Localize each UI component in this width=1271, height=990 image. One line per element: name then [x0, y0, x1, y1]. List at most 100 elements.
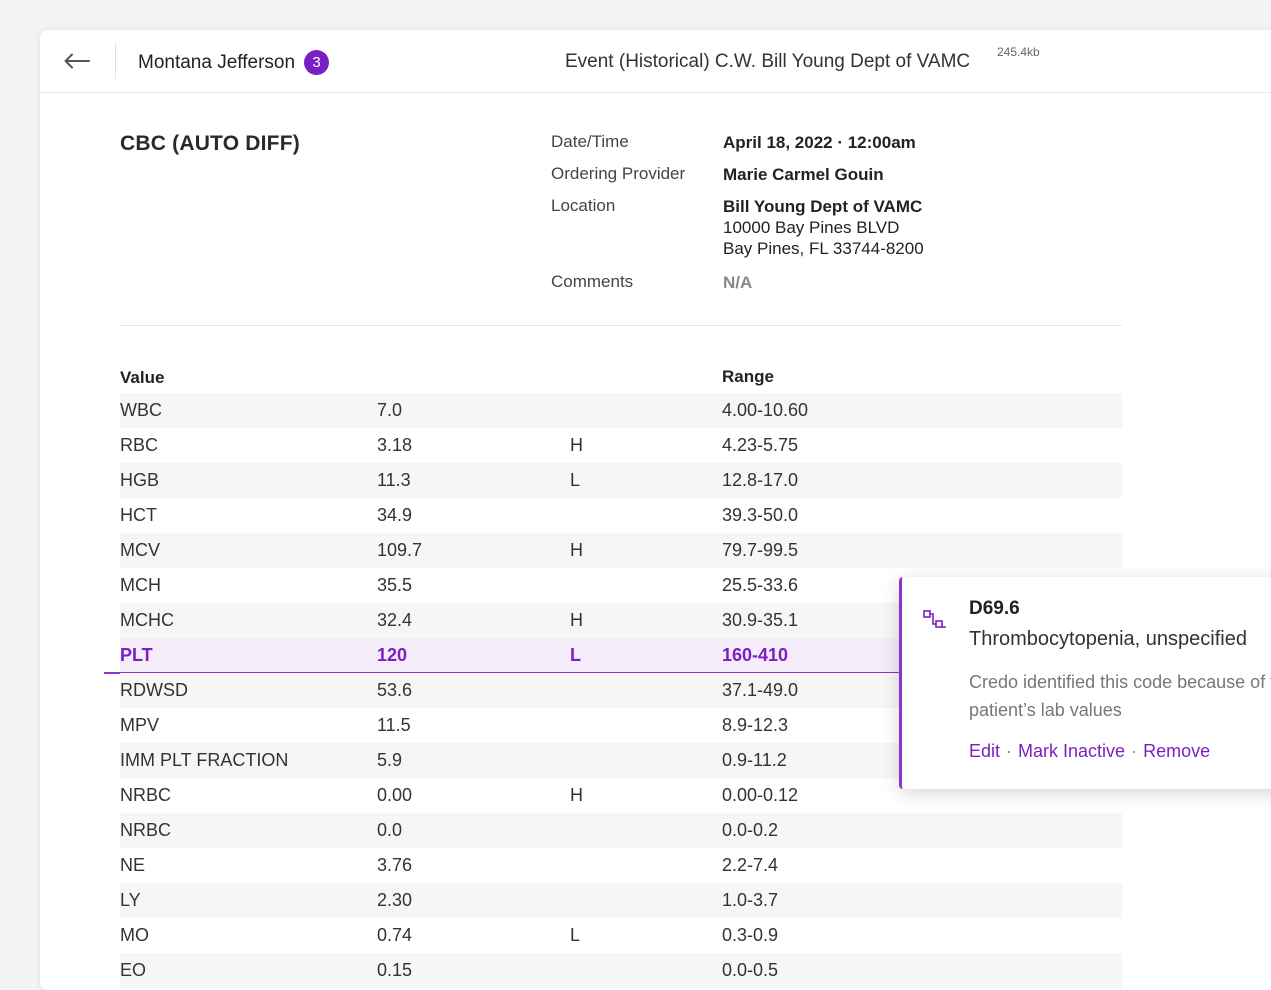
- lab-test-name: MO: [120, 925, 149, 945]
- reference-range: 4.23-5.75: [722, 435, 799, 455]
- location-name: Bill Young Dept of VAMC: [723, 197, 923, 216]
- lab-test-name: WBC: [120, 400, 162, 420]
- event-title: Event (Historical) C.W. Bill Young Dept …: [565, 51, 971, 72]
- abnormal-flag: L: [570, 645, 581, 665]
- header-divider: [115, 42, 116, 79]
- reference-range: 79.7-99.5: [722, 540, 799, 560]
- lab-test-value: 32.4: [377, 610, 413, 630]
- lab-test-value: 7.0: [377, 400, 403, 420]
- table-row: WBC 7.0 4.00-10.60: [120, 393, 1122, 428]
- reference-range: 0.0-0.5: [722, 960, 779, 980]
- lab-test-name: MCHC: [120, 610, 174, 630]
- lab-test-name: MPV: [120, 715, 160, 735]
- lab-test-name: HCT: [120, 505, 157, 525]
- lab-test-name: PLT: [120, 645, 153, 665]
- diagnosis-link-icon: [923, 610, 946, 628]
- lab-test-name: RBC: [120, 435, 159, 455]
- lab-test-name: NRBC: [120, 785, 172, 805]
- lab-test-value: 11.5: [377, 715, 411, 735]
- table-row: NRBC 0.0 0.0-0.2: [120, 813, 1122, 848]
- diagnosis-description: Thrombocytopenia, unspecified: [969, 628, 1247, 650]
- lab-test-value: 0.00: [377, 785, 413, 805]
- reference-range: 0.00-0.12: [722, 785, 799, 805]
- reference-range: 37.1-49.0: [722, 680, 799, 700]
- lab-test-name: MCH: [120, 575, 161, 595]
- reference-range: 12.8-17.0: [722, 470, 799, 490]
- file-size: 245.4kb: [997, 45, 1040, 59]
- reference-range: 0.9-11.2: [722, 750, 787, 770]
- lab-test-value: 0.74: [377, 925, 413, 945]
- lab-test-value: 35.5: [377, 575, 413, 595]
- arrow-left-icon: [64, 53, 90, 69]
- reference-range: 160-410: [722, 645, 789, 665]
- table-header: Value Range: [120, 359, 1122, 393]
- diagnosis-explanation: Credo identified this code because of th…: [969, 672, 1271, 720]
- top-bar: Montana Jefferson 3 Event (Historical) C…: [40, 30, 1271, 93]
- lab-test-name: HGB: [120, 470, 160, 490]
- table-row: HCT 34.9 39.3-50.0: [120, 498, 1122, 533]
- comments-value: N/A: [723, 273, 753, 292]
- edit-link[interactable]: Edit: [969, 741, 1000, 761]
- table-row: RBC 3.18 H 4.23-5.75: [120, 428, 1122, 463]
- notification-count-badge: 3: [304, 50, 330, 75]
- column-header-value: Value: [120, 368, 165, 387]
- abnormal-flag: H: [570, 785, 583, 805]
- table-row: LY 2.30 1.0-3.7: [120, 883, 1122, 918]
- separator-dot: ·: [1131, 741, 1138, 761]
- abnormal-flag: H: [570, 540, 583, 560]
- table-row: MO 0.74 L 0.3-0.9: [120, 918, 1122, 953]
- location-city: Bay Pines, FL 33744-8200: [723, 239, 924, 258]
- lab-test-value: 34.9: [377, 505, 413, 525]
- lab-test-name: RDWSD: [120, 680, 188, 700]
- lab-result-window: Montana Jefferson 3 Event (Historical) C…: [40, 30, 1271, 990]
- lab-test-value: 3.18: [377, 435, 413, 455]
- lab-test-name: NRBC: [120, 820, 172, 840]
- patient-name: Montana Jefferson: [138, 51, 296, 73]
- date-label: Date/Time: [551, 132, 629, 151]
- lab-test-name: MCV: [120, 540, 160, 560]
- lab-test-value: 11.3: [377, 470, 411, 490]
- lab-test-value: 2.30: [377, 890, 413, 910]
- test-name: CBC (AUTO DIFF): [120, 132, 300, 155]
- reference-range: 0.3-0.9: [722, 925, 779, 945]
- lab-test-name: IMM PLT FRACTION: [120, 750, 289, 770]
- abnormal-flag: L: [570, 470, 581, 490]
- lab-test-value: 5.9: [377, 750, 403, 770]
- reference-range: 39.3-50.0: [722, 505, 799, 525]
- mark-inactive-link[interactable]: Mark Inactive: [1018, 741, 1125, 761]
- section-divider: [120, 325, 1122, 326]
- abnormal-flag: H: [570, 610, 583, 630]
- reference-range: 2.2-7.4: [722, 855, 779, 875]
- back-button[interactable]: [64, 49, 90, 73]
- lab-test-value: 53.6: [377, 680, 413, 700]
- reference-range: 8.9-12.3: [722, 715, 789, 735]
- comments-label: Comments: [551, 272, 634, 291]
- popup-actions: Edit · Mark Inactive · Remove: [969, 741, 1210, 762]
- abnormal-flag: L: [570, 925, 581, 945]
- lab-test-value: 0.0: [377, 820, 403, 840]
- diagnosis-code-popup: D69.6 Thrombocytopenia, unspecified Cred…: [899, 577, 1271, 789]
- abnormal-flag: H: [570, 435, 583, 455]
- lab-test-value: 120: [377, 645, 408, 665]
- reference-range: 4.00-10.60: [722, 400, 809, 420]
- provider-label: Ordering Provider: [551, 164, 686, 183]
- lab-test-value: 109.7: [377, 540, 423, 560]
- date-value: April 18, 2022 · 12:00am: [723, 133, 916, 152]
- reference-range: 0.0-0.2: [722, 820, 779, 840]
- table-row: NE 3.76 2.2-7.4: [120, 848, 1122, 883]
- lab-test-name: EO: [120, 960, 147, 980]
- table-row: EO 0.15 0.0-0.5: [120, 953, 1122, 988]
- table-row: MCV 109.7 H 79.7-99.5: [120, 533, 1122, 568]
- reference-range: 1.0-3.7: [722, 890, 779, 910]
- location-label: Location: [551, 196, 616, 215]
- lab-test-name: LY: [120, 890, 141, 910]
- separator-dot: ·: [1006, 741, 1013, 761]
- reference-range: 30.9-35.1: [722, 610, 799, 630]
- report-metadata: Date/Time April 18, 2022 · 12:00am Order…: [551, 132, 924, 304]
- column-header-range: Range: [722, 367, 774, 386]
- table-row: HGB 11.3 L 12.8-17.0: [120, 463, 1122, 498]
- patient-name-button[interactable]: Montana Jefferson 3: [138, 50, 330, 75]
- remove-link[interactable]: Remove: [1143, 741, 1210, 761]
- provider-value: Marie Carmel Gouin: [723, 165, 884, 184]
- reference-range: 25.5-33.6: [722, 575, 799, 595]
